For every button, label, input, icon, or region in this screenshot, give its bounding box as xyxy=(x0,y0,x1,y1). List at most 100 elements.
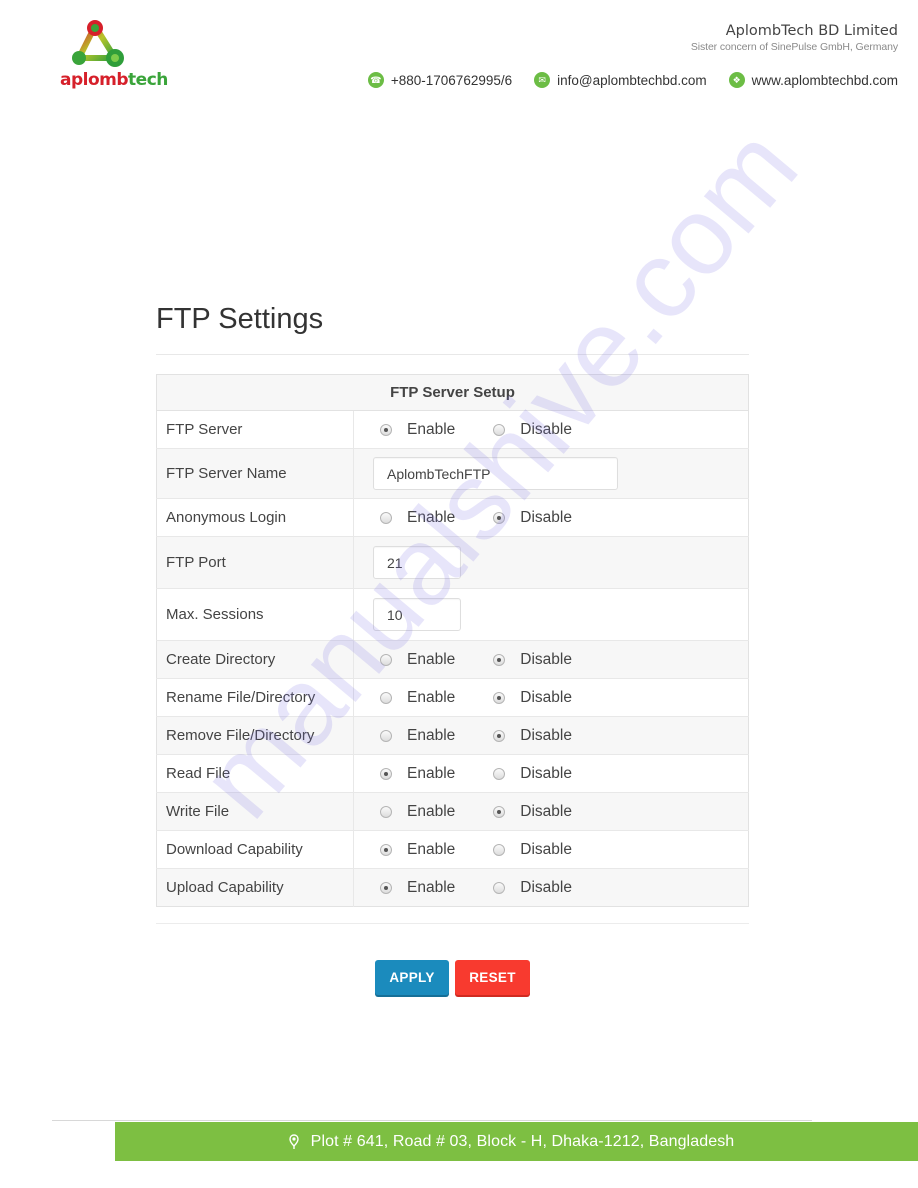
radio-label[interactable]: Enable xyxy=(407,689,455,707)
radio-button[interactable] xyxy=(380,767,392,780)
create-directory-disable-radio[interactable]: Disable xyxy=(493,651,572,669)
radio-button[interactable] xyxy=(380,423,392,436)
write-file-enable-radio[interactable]: Enable xyxy=(380,803,455,821)
radio-button[interactable] xyxy=(493,691,506,704)
max-sessions-input[interactable] xyxy=(373,598,461,631)
setting-label-rename-file-directory: Rename File/Directory xyxy=(156,678,354,717)
settings-row: Rename File/Directory Enable Disable xyxy=(156,678,749,717)
contact-website-text[interactable]: www.aplombtechbd.com xyxy=(752,73,898,88)
setting-label-ftp-port: FTP Port xyxy=(156,536,354,589)
email-icon: ✉ xyxy=(534,72,551,88)
radio-button[interactable] xyxy=(380,511,392,524)
radio-label[interactable]: Disable xyxy=(520,727,572,745)
ftp-server-name-input[interactable] xyxy=(373,457,618,490)
footer-bar: Plot # 641, Road # 03, Block - H, Dhaka-… xyxy=(115,1122,918,1161)
radio-label[interactable]: Disable xyxy=(520,841,572,859)
web-icon: ❖ xyxy=(728,72,745,88)
ftp-server-disable-radio[interactable]: Disable xyxy=(493,421,572,439)
remove-file-directory-enable-radio[interactable]: Enable xyxy=(380,727,455,745)
radio-label[interactable]: Disable xyxy=(520,765,572,783)
radio-label[interactable]: Disable xyxy=(520,803,572,821)
read-file-radio-group: Enable Disable xyxy=(363,765,739,783)
radio-button[interactable] xyxy=(380,843,392,856)
setting-control-anonymous-login: Enable Disable xyxy=(353,498,749,537)
radio-button[interactable] xyxy=(493,881,506,894)
download-capability-disable-radio[interactable]: Disable xyxy=(493,841,572,859)
apply-button[interactable]: APPLY xyxy=(375,960,449,995)
radio-button[interactable] xyxy=(380,729,392,742)
footer-divider xyxy=(52,1120,812,1121)
write-file-radio-group: Enable Disable xyxy=(363,803,739,821)
radio-button[interactable] xyxy=(380,805,392,818)
read-file-enable-radio[interactable]: Enable xyxy=(380,765,455,783)
write-file-disable-radio[interactable]: Disable xyxy=(493,803,572,821)
radio-label[interactable]: Enable xyxy=(407,879,455,897)
settings-row: Download Capability Enable Disable xyxy=(156,830,749,869)
rename-file-directory-radio-group: Enable Disable xyxy=(363,689,739,707)
ftp-server-enable-radio[interactable]: Enable xyxy=(380,421,455,439)
company-name: AplombTech BD Limited xyxy=(725,23,898,39)
setting-control-ftp-server: Enable Disable xyxy=(353,410,749,449)
setting-control-write-file: Enable Disable xyxy=(353,792,749,831)
settings-row: Write File Enable Disable xyxy=(156,792,749,831)
download-capability-enable-radio[interactable]: Enable xyxy=(380,841,455,859)
radio-button[interactable] xyxy=(493,423,506,436)
reset-button[interactable]: RESET xyxy=(455,960,530,995)
create-directory-enable-radio[interactable]: Enable xyxy=(380,651,455,669)
radio-button[interactable] xyxy=(380,691,392,704)
radio-button[interactable] xyxy=(380,881,392,894)
setting-control-ftp-port xyxy=(353,536,749,589)
title-divider xyxy=(156,354,749,355)
upload-capability-enable-radio[interactable]: Enable xyxy=(380,879,455,897)
read-file-disable-radio[interactable]: Disable xyxy=(493,765,572,783)
contact-bar: ☎ +880-1706762995/6 ✉ info@aplombtechbd.… xyxy=(367,72,898,88)
radio-label[interactable]: Enable xyxy=(407,727,455,745)
radio-label[interactable]: Enable xyxy=(407,765,455,783)
radio-button[interactable] xyxy=(493,729,506,742)
ftp-settings-table: FTP Server Setup FTP Server Enable Disable… xyxy=(156,374,749,907)
setting-label-read-file: Read File xyxy=(156,754,354,793)
settings-row: Create Directory Enable Disable xyxy=(156,640,749,679)
radio-label[interactable]: Enable xyxy=(407,841,455,859)
radio-label[interactable]: Enable xyxy=(407,803,455,821)
radio-label[interactable]: Enable xyxy=(407,651,455,669)
upload-capability-radio-group: Enable Disable xyxy=(363,879,739,897)
contact-website[interactable]: ❖ www.aplombtechbd.com xyxy=(728,72,898,88)
radio-label[interactable]: Disable xyxy=(520,879,572,897)
settings-row: Anonymous Login Enable Disable xyxy=(156,498,749,537)
radio-button[interactable] xyxy=(493,767,506,780)
download-capability-radio-group: Enable Disable xyxy=(363,841,739,859)
contact-email[interactable]: ✉ info@aplombtechbd.com xyxy=(534,72,707,88)
anonymous-login-disable-radio[interactable]: Disable xyxy=(493,509,572,527)
radio-button[interactable] xyxy=(380,653,392,666)
anonymous-login-enable-radio[interactable]: Enable xyxy=(380,509,455,527)
radio-label[interactable]: Disable xyxy=(520,651,572,669)
rename-file-directory-disable-radio[interactable]: Disable xyxy=(493,689,572,707)
ftp-port-input[interactable] xyxy=(373,546,461,579)
contact-email-text[interactable]: info@aplombtechbd.com xyxy=(557,73,707,88)
remove-file-directory-disable-radio[interactable]: Disable xyxy=(493,727,572,745)
upload-capability-disable-radio[interactable]: Disable xyxy=(493,879,572,897)
contact-phone: ☎ +880-1706762995/6 xyxy=(367,72,513,88)
radio-button[interactable] xyxy=(493,843,506,856)
radio-button[interactable] xyxy=(493,511,506,524)
radio-label[interactable]: Enable xyxy=(407,421,455,439)
setting-label-upload-capability: Upload Capability xyxy=(156,868,354,907)
logo-triangle-icon xyxy=(72,20,124,67)
radio-button[interactable] xyxy=(493,653,506,666)
radio-label[interactable]: Disable xyxy=(520,421,572,439)
remove-file-directory-radio-group: Enable Disable xyxy=(363,727,739,745)
rename-file-directory-enable-radio[interactable]: Enable xyxy=(380,689,455,707)
setting-control-remove-file-directory: Enable Disable xyxy=(353,716,749,755)
setting-label-write-file: Write File xyxy=(156,792,354,831)
company-logo: aplombtech xyxy=(55,18,168,93)
setting-control-upload-capability: Enable Disable xyxy=(353,868,749,907)
radio-button[interactable] xyxy=(493,805,506,818)
setting-label-anonymous-login: Anonymous Login xyxy=(156,498,354,537)
logo-text: aplombtech xyxy=(60,70,168,90)
radio-label[interactable]: Disable xyxy=(520,509,572,527)
radio-label[interactable]: Enable xyxy=(407,509,455,527)
table-header: FTP Server Setup xyxy=(156,374,749,411)
radio-label[interactable]: Disable xyxy=(520,689,572,707)
contact-phone-text: +880-1706762995/6 xyxy=(390,72,513,88)
